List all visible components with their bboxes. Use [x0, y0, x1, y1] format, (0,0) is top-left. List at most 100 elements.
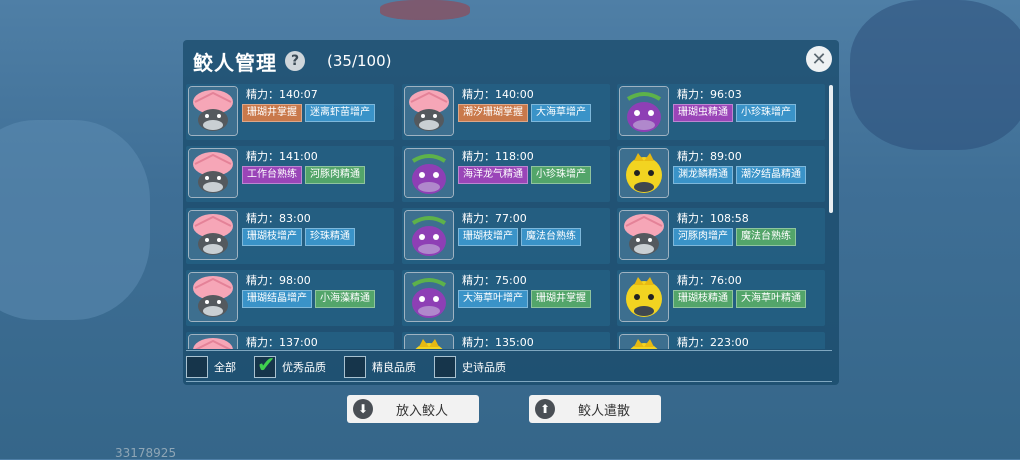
add-merfolk-label: 放入鲛人	[395, 403, 448, 419]
quality-filters: 全部 ✔ 优秀品质 精良品质 史诗品质	[186, 353, 524, 378]
skill-tag: 河豚肉增产	[673, 228, 733, 246]
skill-tag: 珊瑚枝精通	[673, 290, 733, 308]
merfolk-portrait	[188, 148, 238, 198]
merfolk-stamina: 精力：140:00	[462, 88, 534, 101]
merfolk-stamina: 精力：141:00	[246, 150, 318, 163]
merfolk-skill-tags: 珊瑚枝增产 珍珠精通	[242, 228, 355, 246]
merfolk-card[interactable]: 精力：118:00 海洋龙气精通 小珍珠增产	[402, 146, 610, 202]
background-rock	[0, 120, 150, 320]
skill-tag: 珊瑚井掌握	[531, 290, 591, 308]
filter-checkbox[interactable]: 史诗品质	[434, 356, 506, 378]
merfolk-stamina: 精力：137:00	[246, 336, 318, 349]
dismiss-merfolk-label: 鲛人遣散	[577, 403, 630, 419]
merfolk-card[interactable]: 精力：108:58 河豚肉增产 魔法台熟练	[617, 208, 825, 264]
merfolk-stamina: 精力：108:58	[677, 212, 749, 225]
merfolk-skill-tags: 珊瑚虫精通 小珍珠增产	[673, 104, 796, 122]
panel-header: 鲛人管理 ? (35/100)	[193, 46, 391, 76]
skill-tag: 珊瑚井掌握	[242, 104, 302, 122]
merfolk-count: (35/100)	[327, 52, 392, 70]
skill-tag: 珊瑚结晶增产	[242, 290, 312, 308]
merfolk-card[interactable]: 精力：140:00 潮汐珊瑚掌握 大海草增产	[402, 84, 610, 140]
merfolk-card[interactable]: 精力：76:00 珊瑚枝精通 大海草叶精通	[617, 270, 825, 326]
merfolk-skill-tags: 渊龙鳞精通 潮汐结晶精通	[673, 166, 806, 184]
merfolk-stamina: 精力：77:00	[462, 212, 527, 225]
merfolk-portrait	[619, 334, 669, 349]
merfolk-card[interactable]: 精力：75:00 大海草叶增产 珊瑚井掌握	[402, 270, 610, 326]
upload-icon: ⬆	[535, 399, 555, 419]
skill-tag: 小珍珠增产	[736, 104, 796, 122]
skill-tag: 珊瑚枝增产	[458, 228, 518, 246]
filter-label: 精良品质	[372, 361, 416, 374]
merfolk-stamina: 精力：89:00	[677, 150, 742, 163]
skill-tag: 工作台熟练	[242, 166, 302, 184]
user-id: 33178925	[115, 446, 177, 460]
merfolk-card[interactable]: 精力：98:00 珊瑚结晶增产 小海藻精通	[186, 270, 394, 326]
skill-tag: 河豚肉精通	[305, 166, 365, 184]
merfolk-card[interactable]: 精力：223:00	[617, 332, 825, 349]
skill-tag: 大海草叶精通	[736, 290, 806, 308]
page-title: 鲛人管理	[193, 50, 277, 75]
divider	[186, 350, 832, 351]
merfolk-skill-tags: 潮汐珊瑚掌握 大海草增产	[458, 104, 591, 122]
merfolk-card[interactable]: 精力：135:00	[402, 332, 610, 349]
help-icon[interactable]: ?	[285, 51, 305, 71]
merfolk-skill-tags: 珊瑚井掌握 迷离虾苗增产	[242, 104, 375, 122]
merfolk-skill-tags: 大海草叶增产 珊瑚井掌握	[458, 290, 591, 308]
scrollbar[interactable]	[829, 85, 833, 213]
merfolk-skill-tags: 海洋龙气精通 小珍珠增产	[458, 166, 591, 184]
skill-tag: 渊龙鳞精通	[673, 166, 733, 184]
filter-checkbox[interactable]: 精良品质	[344, 356, 416, 378]
filter-checkbox[interactable]: 全部	[186, 356, 236, 378]
checkbox-box[interactable]	[186, 356, 208, 378]
checkbox-box[interactable]: ✔	[254, 353, 276, 378]
merfolk-portrait	[404, 334, 454, 349]
merfolk-portrait	[404, 210, 454, 260]
merfolk-stamina: 精力：96:03	[677, 88, 742, 101]
skill-tag: 大海草增产	[531, 104, 591, 122]
skill-tag: 小珍珠增产	[531, 166, 591, 184]
merfolk-skill-tags: 河豚肉增产 魔法台熟练	[673, 228, 796, 246]
background-coral	[380, 0, 470, 20]
merfolk-card[interactable]: 精力：83:00 珊瑚枝增产 珍珠精通	[186, 208, 394, 264]
checkbox-box[interactable]	[434, 356, 456, 378]
merfolk-portrait	[188, 272, 238, 322]
merfolk-skill-tags: 工作台熟练 河豚肉精通	[242, 166, 365, 184]
merfolk-portrait	[404, 86, 454, 136]
skill-tag: 潮汐结晶精通	[736, 166, 806, 184]
merfolk-card[interactable]: 精力：89:00 渊龙鳞精通 潮汐结晶精通	[617, 146, 825, 202]
merfolk-card[interactable]: 精力：77:00 珊瑚枝增产 魔法台熟练	[402, 208, 610, 264]
filter-label: 全部	[214, 361, 236, 374]
add-merfolk-button[interactable]: ⬇ 放入鲛人	[347, 395, 479, 423]
merfolk-skill-tags: 珊瑚枝增产 魔法台熟练	[458, 228, 581, 246]
merfolk-portrait	[619, 210, 669, 260]
merfolk-portrait	[619, 272, 669, 322]
merfolk-card[interactable]: 精力：141:00 工作台熟练 河豚肉精通	[186, 146, 394, 202]
merfolk-card[interactable]: 精力：96:03 珊瑚虫精通 小珍珠增产	[617, 84, 825, 140]
skill-tag: 魔法台熟练	[521, 228, 581, 246]
merfolk-stamina: 精力：83:00	[246, 212, 311, 225]
background-rock	[850, 0, 1020, 150]
merfolk-stamina: 精力：98:00	[246, 274, 311, 287]
merfolk-card[interactable]: 精力：140:07 珊瑚井掌握 迷离虾苗增产	[186, 84, 394, 140]
merfolk-portrait	[404, 272, 454, 322]
filter-checkbox[interactable]: ✔ 优秀品质	[254, 353, 326, 378]
skill-tag: 迷离虾苗增产	[305, 104, 375, 122]
merfolk-skill-tags: 珊瑚枝精通 大海草叶精通	[673, 290, 806, 308]
merfolk-card[interactable]: 精力：137:00	[186, 332, 394, 349]
merfolk-skill-tags: 珊瑚结晶增产 小海藻精通	[242, 290, 375, 308]
merfolk-portrait	[188, 334, 238, 349]
merfolk-portrait	[619, 148, 669, 198]
merfolk-stamina: 精力：118:00	[462, 150, 534, 163]
merfolk-stamina: 精力：75:00	[462, 274, 527, 287]
skill-tag: 小海藻精通	[315, 290, 375, 308]
merfolk-portrait	[188, 86, 238, 136]
dismiss-merfolk-button[interactable]: ⬆ 鲛人遣散	[529, 395, 661, 423]
checkmark-icon: ✔	[257, 353, 276, 378]
merfolk-stamina: 精力：76:00	[677, 274, 742, 287]
close-icon[interactable]: ✕	[806, 46, 832, 72]
download-icon: ⬇	[353, 399, 373, 419]
checkbox-box[interactable]	[344, 356, 366, 378]
skill-tag: 珍珠精通	[305, 228, 355, 246]
skill-tag: 珊瑚枝增产	[242, 228, 302, 246]
merfolk-portrait	[188, 210, 238, 260]
